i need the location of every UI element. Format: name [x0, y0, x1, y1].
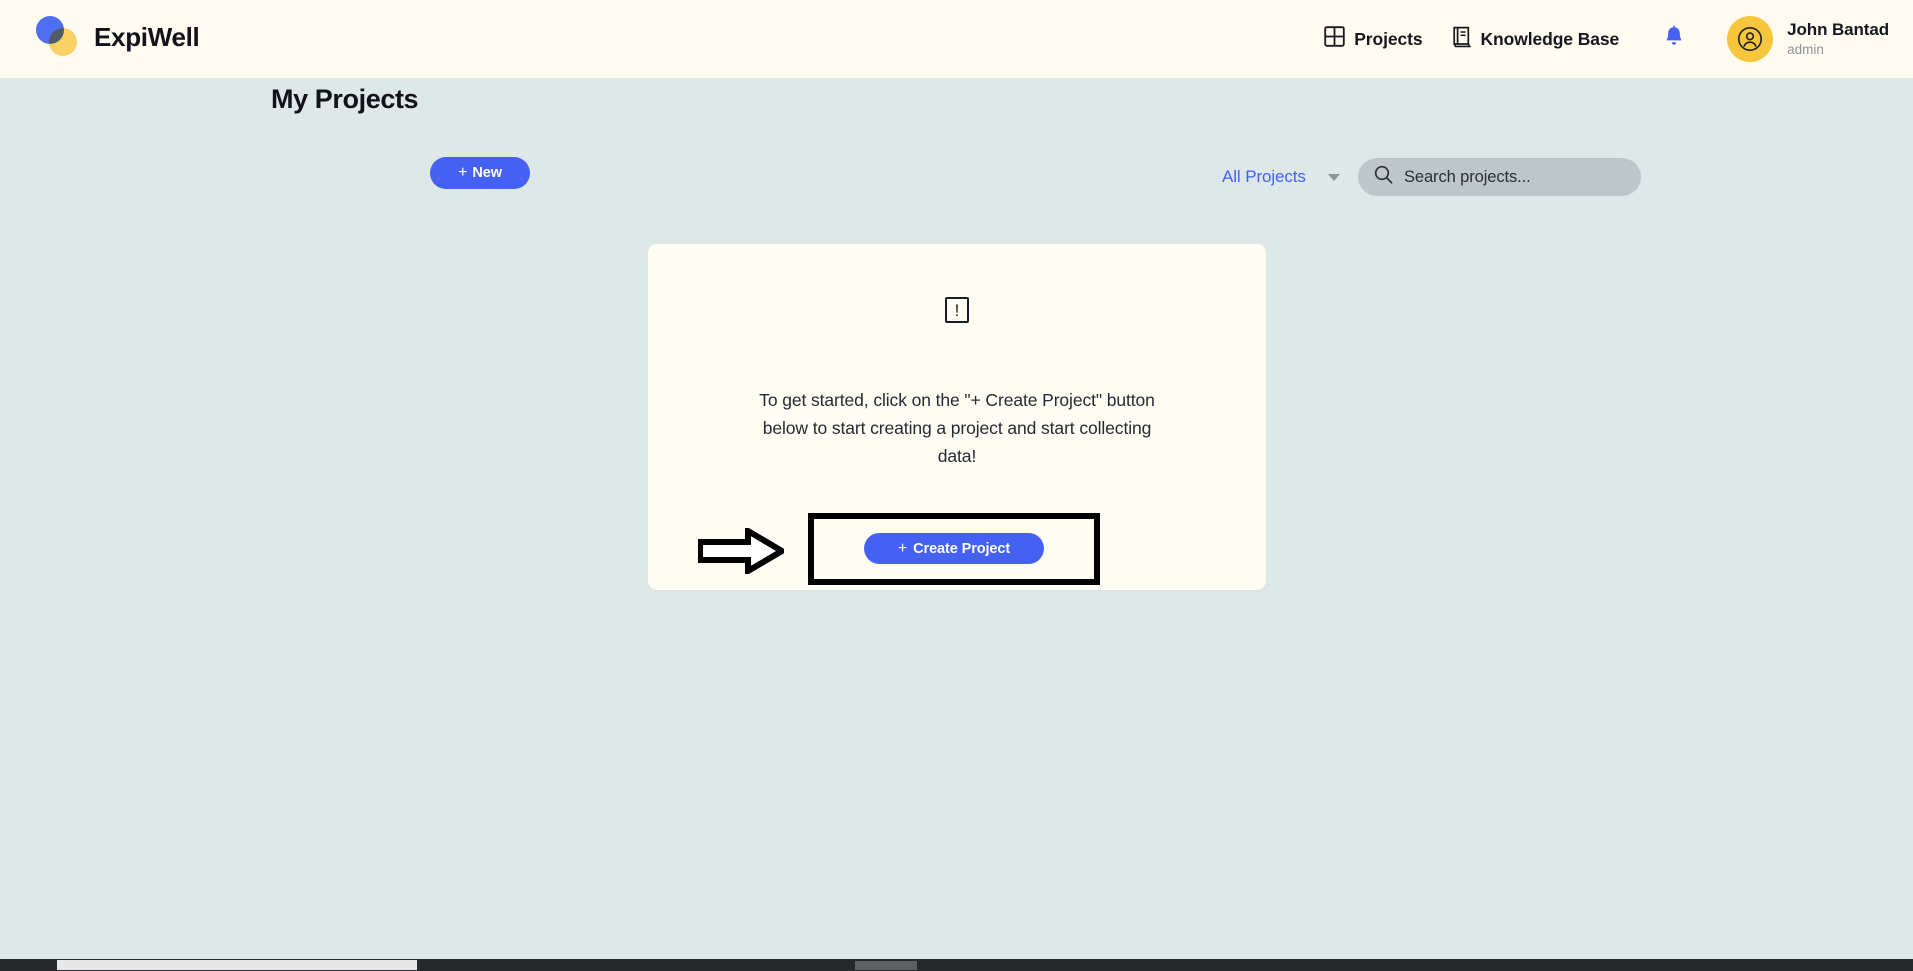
brand-name: ExpiWell — [94, 21, 200, 52]
bell-icon — [1663, 25, 1685, 54]
notifications-button[interactable] — [1651, 16, 1697, 62]
exclamation-glyph: ! — [954, 300, 960, 320]
grid-icon — [1324, 26, 1345, 52]
page-title: My Projects — [271, 84, 419, 114]
project-filter-dropdown[interactable]: All Projects — [1222, 167, 1340, 187]
scrollbar-segment[interactable] — [855, 961, 917, 970]
brand-logo[interactable]: ExpiWell — [36, 14, 200, 60]
user-info: John Bantad admin — [1787, 20, 1889, 57]
right-arrow-annotation-icon — [697, 525, 788, 577]
search-icon — [1374, 165, 1393, 189]
nav-item-projects-label: Projects — [1354, 28, 1423, 49]
user-menu[interactable]: John Bantad admin — [1727, 16, 1889, 62]
app-root: ExpiWell Projects Knowledge Base John Ba… — [0, 0, 1913, 971]
empty-state-message: To get started, click on the "+ Create P… — [759, 390, 1155, 466]
new-project-button[interactable]: + New — [430, 157, 530, 189]
project-filter-label: All Projects — [1222, 167, 1306, 186]
app-header: ExpiWell Projects Knowledge Base John Ba… — [0, 0, 1913, 78]
plus-icon: + — [458, 164, 468, 181]
header-navigation: Projects Knowledge Base John Bantad admi… — [1310, 0, 1889, 78]
exclamation-box-icon: ! — [945, 297, 969, 323]
horizontal-scrollbar[interactable] — [0, 959, 1913, 971]
plus-icon: + — [897, 539, 908, 557]
overlapping-circles-logo-icon — [36, 14, 82, 60]
nav-item-projects[interactable]: Projects — [1310, 20, 1436, 58]
search-input[interactable] — [1404, 167, 1625, 187]
user-name: John Bantad — [1787, 20, 1889, 40]
new-project-button-label: New — [472, 165, 502, 181]
user-role: admin — [1787, 42, 1824, 58]
highlight-rectangle-annotation: + Create Project — [808, 513, 1100, 585]
book-icon — [1451, 26, 1472, 53]
create-project-button-label: Create Project — [913, 540, 1011, 557]
nav-item-knowledge-base-label: Knowledge Base — [1480, 28, 1620, 49]
user-circle-icon — [1738, 27, 1763, 51]
avatar — [1727, 16, 1774, 62]
scrollbar-thumb[interactable] — [57, 960, 417, 970]
chevron-down-icon — [1327, 173, 1340, 181]
create-project-button[interactable]: + Create Project — [864, 533, 1044, 564]
nav-item-knowledge-base[interactable]: Knowledge Base — [1437, 20, 1634, 59]
search-box[interactable] — [1358, 158, 1641, 196]
